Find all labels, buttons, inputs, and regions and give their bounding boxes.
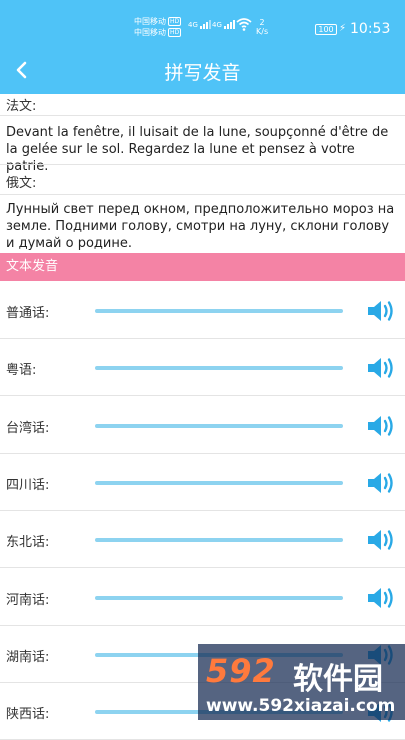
charging-icon: ⚡ [339,23,347,34]
carrier-2: 中国移动 [134,28,166,37]
watermark-name: 软件园 [293,662,383,697]
net-type-1: 4G [188,21,198,29]
speaker-icon[interactable] [366,354,398,382]
watermark-logo: 592 [206,652,276,690]
battery-level: 100 [318,25,334,34]
clock: 10:53 [350,21,391,37]
nav-bar: 拼写发音 [0,47,405,94]
dialect-name: 普通话: [6,306,50,321]
hd-badge-1: HD [168,17,182,26]
audio-progress-track[interactable] [95,366,343,371]
divider [0,115,405,116]
dialect-name: 陕西话: [6,707,50,723]
russian-label: 俄文: [6,176,37,191]
signal-icon-1: 4G [188,20,212,29]
speaker-icon[interactable] [366,297,398,325]
speaker-icon[interactable] [366,584,398,612]
dialect-name: 粤语: [6,363,37,379]
wifi-icon [236,18,252,31]
divider [0,194,405,195]
battery-icon: 100 [315,24,337,35]
section-header-text-pronunciation: 文本发音 [0,253,405,281]
dialect-name: 台湾话: [6,420,50,436]
dialect-name: 河南话: [6,592,50,608]
dialect-row: 河南话: [0,569,405,626]
dialect-row: 粤语: [0,339,405,397]
watermark-url: www.592xiazai.com [206,696,396,716]
dialect-row: 台湾话: [0,397,405,454]
dialect-row: 四川话: [0,454,405,511]
dialect-row: 东北话: [0,511,405,569]
audio-progress-track[interactable] [95,595,343,600]
net-type-2: 4G [212,21,222,29]
net-speed-value: 2 [259,18,265,27]
audio-progress-track[interactable] [95,309,343,313]
speaker-icon[interactable] [366,412,398,440]
status-bar: 中国移动 HD 中国移动 HD 4G 4G 2 K/s 100 ⚡ 10:53 [0,0,405,47]
speaker-icon[interactable] [366,469,398,497]
divider [0,164,405,165]
russian-text: Лунный свет перед окном, предположительн… [6,202,395,251]
dialect-name: 湖南话: [6,649,50,665]
french-text: Devant la fenêtre, il luisait de la lune… [6,125,389,174]
watermark: 592 软件园 www.592xiazai.com [198,644,405,720]
net-speed-unit: K/s [256,27,269,36]
carrier-1: 中国移动 [134,17,166,26]
page-title: 拼写发音 [164,62,241,84]
french-label: 法文: [6,99,37,114]
carrier-info: 中国移动 HD 中国移动 HD [134,16,182,38]
speaker-icon[interactable] [366,526,398,554]
dialect-row: 普通话: [0,282,405,339]
audio-progress-track[interactable] [95,480,343,485]
dialect-name: 四川话: [6,477,50,493]
audio-progress-track[interactable] [95,423,343,428]
net-speed: 2 K/s [256,18,268,36]
dialect-name: 东北话: [6,535,50,551]
hd-badge-2: HD [168,28,182,37]
signal-icon-2: 4G [212,20,236,29]
audio-progress-track[interactable] [95,538,343,543]
